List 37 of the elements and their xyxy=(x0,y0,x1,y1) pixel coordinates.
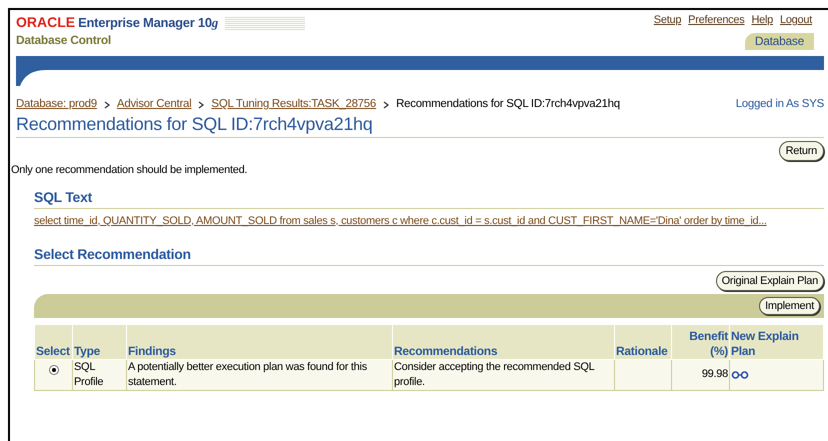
findings-cell: A potentially better execution plan was found for this statement. xyxy=(128,360,367,388)
product-name: Enterprise Manager 10g xyxy=(78,14,218,32)
global-link[interactable]: Logout xyxy=(780,12,812,28)
breadcrumb-link[interactable]: Database: prod9 xyxy=(16,96,97,114)
product-subtitle: Database Control xyxy=(16,32,112,49)
global-link[interactable]: Help xyxy=(751,12,773,28)
recommendations-cell: Consider accepting the recommended SQL profile. xyxy=(394,360,594,388)
type-cell: SQL Profile xyxy=(74,360,104,388)
chevron-icon xyxy=(383,100,390,109)
column-header: Recommendations xyxy=(392,324,614,360)
breadcrumb-link[interactable]: SQL Tuning Results:TASK_28756 xyxy=(211,96,376,114)
page-title: Recommendations for SQL ID:7rch4vpva21hq xyxy=(16,113,824,138)
column-header: Findings xyxy=(126,324,392,360)
column-header: Benefit (%) xyxy=(672,324,730,360)
section-heading: SQL Text xyxy=(34,186,824,209)
global-link[interactable]: Preferences xyxy=(688,12,744,28)
column-header: Select xyxy=(34,324,72,360)
breadcrumb-current: Recommendations for SQL ID:7rch4vpva21hq xyxy=(396,97,620,112)
database-tab[interactable]: Database xyxy=(744,32,814,50)
global-link[interactable]: Setup xyxy=(654,12,682,28)
breadcrumb-link[interactable]: Advisor Central xyxy=(116,96,192,114)
radio-button[interactable] xyxy=(48,364,58,375)
login-status: Logged in As SYS xyxy=(736,97,824,112)
info-note: Only one recommendation should be implemented. xyxy=(11,163,248,178)
glasses-icon[interactable] xyxy=(731,370,749,379)
return-button[interactable]: Return xyxy=(778,141,824,162)
benefit-cell: 99.98 xyxy=(702,368,728,380)
chevron-icon xyxy=(198,100,204,109)
column-header: Type xyxy=(72,324,126,360)
chevron-icon xyxy=(104,100,110,109)
section-heading: Select Recommendation xyxy=(34,244,824,266)
column-header: New Explain Plan xyxy=(730,324,824,360)
oracle-logo: ORACLE xyxy=(16,13,76,32)
column-header: Rationale xyxy=(614,324,672,360)
sql-text-link[interactable]: select time_id, QUANTITY_SOLD, AMOUNT_SOLD from sales s, customers c where c.cust_id = s.cust_id and CUST_FIRST_NAME='Dina' order by time_id... xyxy=(34,212,824,230)
implement-button[interactable]: Implement xyxy=(759,296,820,315)
original-explain-plan-button[interactable]: Original Explain Plan xyxy=(716,270,824,291)
